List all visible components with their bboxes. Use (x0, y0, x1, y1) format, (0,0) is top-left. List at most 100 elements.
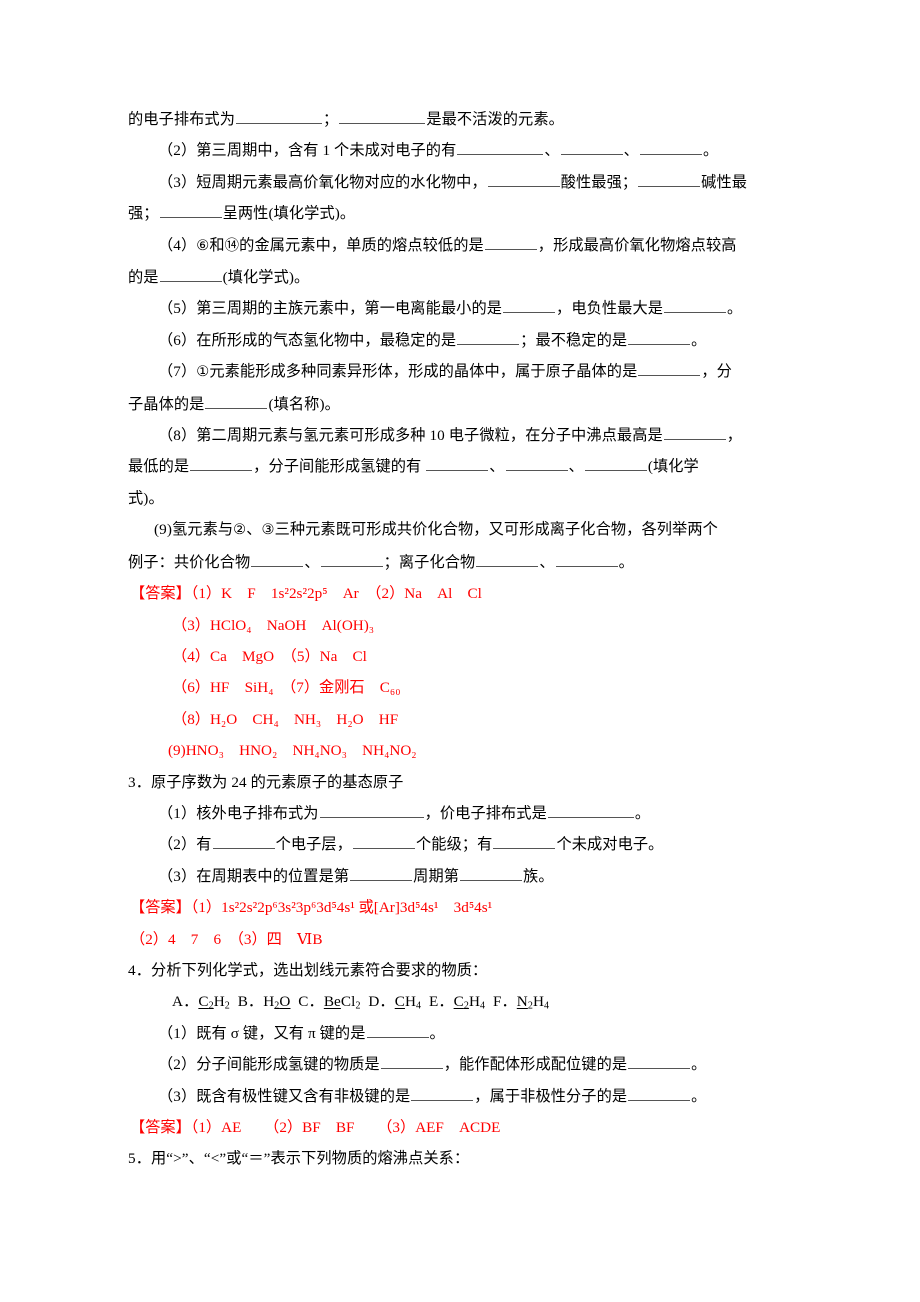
q4-title-text: 4．分析下列化学式，选出划线元素符合要求的物质： (128, 961, 488, 979)
answer-text: （6）HF SiH₄ （7）金刚石 C₆₀ (172, 679, 401, 697)
fill-blank[interactable] (159, 267, 222, 283)
fill-blank[interactable] (339, 109, 426, 124)
fill-blank[interactable] (190, 456, 253, 472)
fill-blank[interactable] (584, 456, 647, 472)
fill-blank[interactable] (628, 1085, 691, 1101)
fill-blank[interactable] (251, 551, 304, 567)
fill-blank[interactable] (638, 171, 701, 187)
q2-item5-text-a: （5）第三周期的主族元素中，第一电离能最小的是 (158, 300, 503, 318)
fill-blank[interactable] (426, 456, 489, 472)
fill-blank[interactable] (457, 140, 544, 156)
fill-blank[interactable] (487, 171, 560, 187)
fill-blank[interactable] (628, 329, 691, 345)
q2-item9-cont-b: 、 (304, 553, 320, 571)
q2-item2-text-c: 、 (623, 142, 639, 160)
document-page: 的电子排布式为 ； 是最不活泼的元素。 （2）第三周期中，含有 1 个未成对电子的有… (0, 0, 920, 1302)
q2-item3-cont-a: 强； (128, 205, 159, 223)
q3-item1-text-a: （1）核外电子排布式为 (158, 804, 319, 822)
fill-blank[interactable] (484, 234, 537, 250)
q4-option-tag: D． (368, 993, 395, 1011)
fill-blank[interactable] (411, 1085, 474, 1101)
answer-text: （1）K F 1s²2s²2p⁵ Ar （2）Na Al Cl (190, 585, 482, 603)
fill-blank[interactable] (319, 803, 424, 818)
q2-item-3: （3）短周期元素最高价氧化物对应的水化物中， 酸性最强； 碱性最 (128, 167, 800, 198)
document-body: 的电子排布式为 ； 是最不活泼的元素。 （2）第三周期中，含有 1 个未成对电子的有… (128, 104, 800, 1175)
q2-item3-text-b: 酸性最强； (560, 173, 638, 191)
fill-blank[interactable] (476, 551, 539, 567)
fill-blank[interactable] (212, 834, 275, 850)
q5-title-text: 5．用“>”、“<”或“＝”表示下列物质的熔沸点关系： (128, 1150, 470, 1168)
q2-item-4-cont: 的是 (填化学式)。 (128, 262, 800, 293)
q4-option-formula[interactable]: H2O (263, 993, 290, 1011)
fill-blank[interactable] (350, 865, 413, 881)
circled-number-2: ② (233, 522, 247, 539)
q4-item1-text-b: 。 (429, 1024, 445, 1042)
fill-blank[interactable] (205, 393, 268, 409)
q4-option-formula[interactable]: C2H4 (454, 993, 486, 1011)
fill-blank[interactable] (505, 456, 568, 472)
q2-item3-text-a: （3）短周期元素最高价氧化物对应的水化物中， (158, 173, 487, 191)
q2-item8-cont-e: (填化学 (647, 458, 699, 476)
q4-item3-text-b: ，属于非极性分子的是 (474, 1087, 628, 1105)
q2-item2-text-a: （2）第三周期中，含有 1 个未成对电子的有 (158, 142, 457, 160)
q2-item4-text-c: 的金属元素中，单质的熔点较低的是 (239, 236, 484, 254)
fill-blank[interactable] (380, 1054, 443, 1070)
fill-blank[interactable] (457, 329, 520, 345)
q2-item3-text-c: 碱性最 (701, 173, 748, 191)
q4-item1-text-a: （1）既有 σ 键，又有 π 键的是 (158, 1024, 366, 1042)
q3-item2-text-d: 个未成对电子。 (556, 836, 664, 854)
q4-item3-text-a: （3）既含有极性键又含有非极键的是 (158, 1087, 411, 1105)
q2-item8-text-a: （8）第二周期元素与氢元素可形成多种 10 电子微粒，在分子中沸点最高是 (158, 427, 663, 445)
q4-option-formula[interactable]: CH4 (395, 993, 421, 1011)
fill-blank[interactable] (663, 425, 726, 441)
q2-item8-cont2-text: 式)。 (128, 489, 164, 507)
q2-item2-text-b: 、 (544, 142, 560, 160)
q4-option-tag: B． (237, 993, 264, 1011)
fill-blank[interactable] (503, 298, 556, 314)
option-separator (485, 993, 493, 1010)
fill-blank[interactable] (236, 109, 323, 124)
q2-item-5: （5）第三周期的主族元素中，第一电离能最小的是 ，电负性最大是 。 (128, 293, 800, 324)
q2-item9-cont-d: 、 (539, 553, 555, 571)
fill-blank[interactable] (628, 1054, 691, 1070)
answer-block-2-line-5: （8）H₂O CH₄ NH₃ H₂O HF (128, 704, 800, 735)
q2-item-8-cont: 最低的是 ，分子间能形成氢键的有 、 、 (填化学 (128, 451, 800, 482)
q2-item2-text-d: 。 (702, 142, 719, 160)
q2-item-6: （6）在所形成的气态氢化物中，最稳定的是 ；最不稳定的是 。 (128, 325, 800, 356)
fill-blank[interactable] (159, 203, 222, 219)
fill-blank[interactable] (547, 803, 634, 818)
q4-item-3: （3）既含有极性键又含有非极键的是 ，属于非极性分子的是 。 (128, 1081, 800, 1112)
fill-blank[interactable] (639, 140, 702, 156)
q2-item9-cont-e: 。 (618, 553, 634, 571)
fill-blank[interactable] (555, 551, 618, 567)
answer-text: （1）AE （2）BF BF （3）AEF ACDE (190, 1119, 501, 1136)
q2-line1-text-c: 是最不活泼的元素。 (426, 111, 564, 128)
q2-item4-cont-b: (填化学式)。 (222, 269, 310, 287)
q4-option-tag: E． (428, 993, 454, 1011)
answer-block-2-line-1: 【答案】（1）K F 1s²2s²2p⁵ Ar （2）Na Al Cl (128, 578, 800, 609)
q3-item2-text-c: 个能级；有 (416, 836, 493, 854)
fill-blank[interactable] (664, 298, 727, 314)
q2-item-7-cont: 子晶体的是 (填名称)。 (128, 389, 800, 420)
fill-blank[interactable] (638, 361, 701, 377)
fill-blank[interactable] (493, 834, 556, 850)
fill-blank[interactable] (560, 140, 623, 156)
answer-text: （3）HClO₄ NaOH Al(OH)₃ (172, 616, 375, 634)
answer-block-3-line-2: （2）4 7 6 （3）四 ⅥB (128, 924, 800, 955)
fill-blank[interactable] (460, 865, 523, 881)
q4-option-formula[interactable]: C2H2 (198, 993, 230, 1011)
q2-item7-cont-b: (填名称)。 (268, 395, 340, 413)
q2-item9-text-b: 、 (246, 521, 262, 539)
fill-blank[interactable] (366, 1022, 429, 1038)
fill-blank[interactable] (320, 551, 383, 567)
q2-item8-text-b: ， (726, 427, 743, 445)
q2-item-8: （8）第二周期元素与氢元素可形成多种 10 电子微粒，在分子中沸点最高是 ， (128, 420, 800, 451)
fill-blank[interactable] (353, 834, 415, 850)
q4-option-formula[interactable]: BeCl2 (324, 993, 361, 1011)
q2-item9-text-c: 三种元素既可形成共价化合物，又可形成离子化合物，各列举两个 (274, 521, 718, 539)
q4-option-formula[interactable]: N2H4 (517, 993, 549, 1011)
q2-item3-cont-b: 呈两性(填化学式)。 (222, 205, 356, 223)
q2-item7-text-b: 元素能形成多种同素异形体，形成的晶体中，属于原子晶体的是 (209, 363, 638, 381)
answer-block-2-line-4: （6）HF SiH₄ （7）金刚石 C₆₀ (128, 672, 800, 703)
q2-item4-text-b: 和 (209, 236, 225, 254)
